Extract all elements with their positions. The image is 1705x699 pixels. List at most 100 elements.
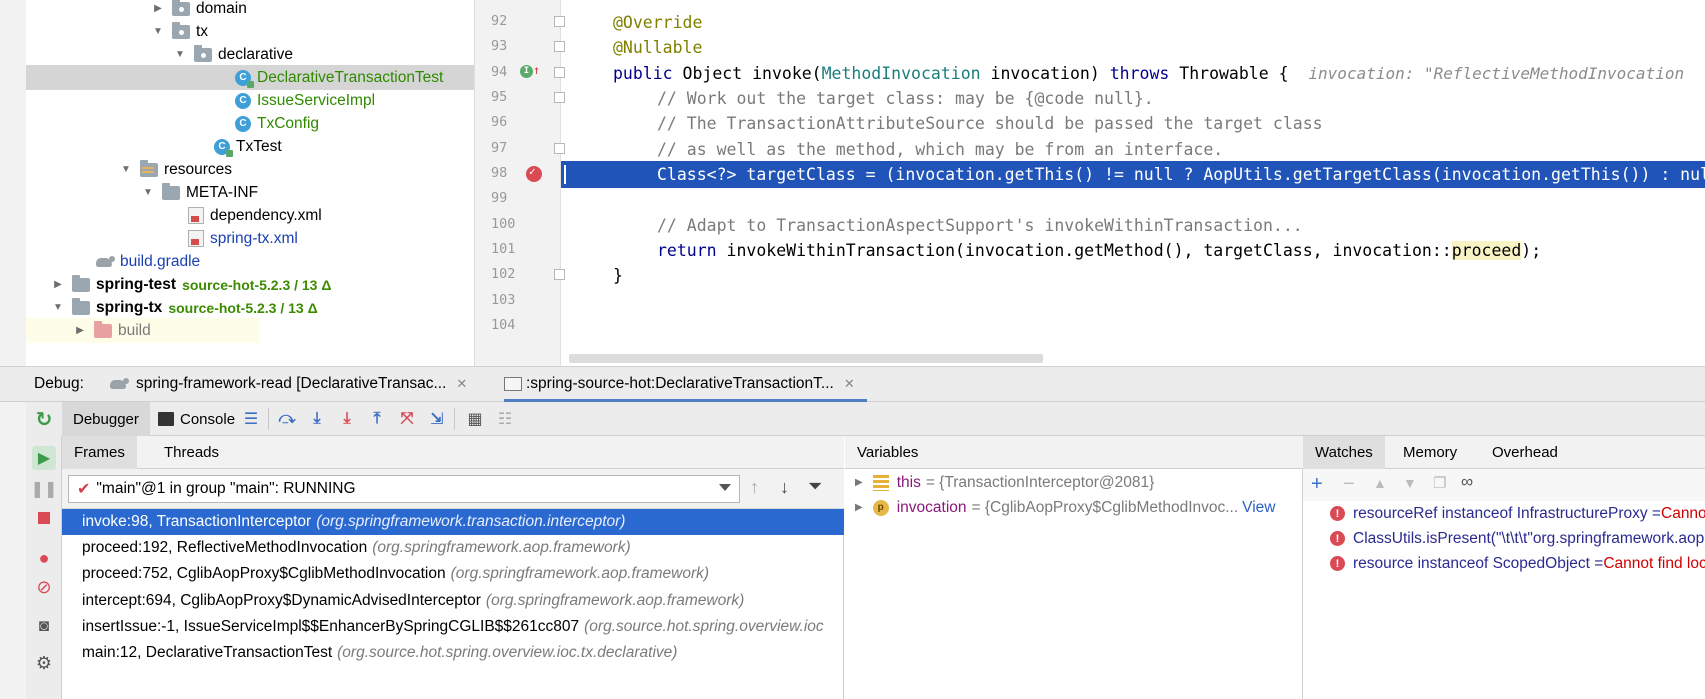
tree-item-issue-service-impl[interactable]: C IssueServiceImpl bbox=[26, 88, 474, 113]
collapse-arrow-icon[interactable]: ▼ bbox=[152, 26, 164, 38]
watch-row[interactable]: ! ClassUtils.isPresent("\t\t\t"org.sprin… bbox=[1303, 526, 1705, 551]
force-step-into-icon[interactable]: ⤓ bbox=[336, 410, 358, 428]
collapse-arrow-icon[interactable]: ▼ bbox=[120, 164, 132, 176]
watch-row[interactable]: ! resourceRef instanceof InfrastructureP… bbox=[1303, 501, 1705, 526]
tree-item-declarative-transaction-test[interactable]: C DeclarativeTransactionTest bbox=[26, 65, 474, 90]
chevron-down-icon[interactable] bbox=[719, 484, 731, 491]
override-arrow-icon[interactable]: ↑ bbox=[533, 63, 540, 77]
expand-arrow-icon[interactable]: ▶ bbox=[52, 279, 64, 291]
gutter-line[interactable]: 94 I ↑ bbox=[475, 59, 565, 86]
move-down-icon[interactable]: ▼ bbox=[1403, 475, 1417, 491]
tree-item-dependency-xml[interactable]: dependency.xml bbox=[26, 203, 474, 228]
frame-row[interactable]: main:12, DeclarativeTransactionTest (org.… bbox=[62, 640, 844, 666]
close-icon[interactable]: ✕ bbox=[456, 376, 467, 392]
gutter-line[interactable]: 92 bbox=[475, 8, 565, 35]
duplicate-icon[interactable]: ❐ bbox=[1433, 474, 1446, 492]
expand-arrow-icon[interactable]: ▶ bbox=[855, 502, 863, 513]
camera-icon[interactable]: ◙ bbox=[32, 614, 56, 638]
step-out-icon[interactable]: ⤒ bbox=[366, 410, 388, 428]
gear-icon[interactable]: ⚙ bbox=[32, 651, 56, 675]
gutter-line[interactable]: 103 bbox=[475, 287, 561, 314]
show-execution-point-icon[interactable]: ☰ bbox=[240, 410, 262, 428]
variable-row[interactable]: ▶ this = {TransactionInterceptor@2081} bbox=[845, 470, 1303, 495]
gutter-line[interactable]: 95 bbox=[475, 84, 565, 111]
tree-item-tx-config[interactable]: C TxConfig bbox=[26, 111, 474, 136]
code-line-98-current[interactable]: Class<?> targetClass = (invocation.getTh… bbox=[561, 161, 1705, 188]
tree-item-spring-test[interactable]: ▶ spring-test source-hot-5.2.3 / 13 Δ bbox=[26, 272, 474, 297]
expand-arrow-icon[interactable]: ▶ bbox=[74, 325, 86, 337]
collapse-arrow-icon[interactable]: ▼ bbox=[142, 187, 154, 199]
tree-item-build[interactable]: ▶ build bbox=[26, 318, 260, 343]
gutter-line[interactable]: 99 bbox=[475, 185, 561, 212]
gutter-line[interactable]: 101 bbox=[475, 236, 561, 263]
horizontal-scrollbar[interactable] bbox=[569, 354, 1043, 363]
implements-method-icon[interactable]: I bbox=[520, 65, 533, 78]
tab-threads[interactable]: Threads bbox=[152, 436, 231, 469]
previous-frame-icon[interactable]: ↑ bbox=[750, 477, 759, 498]
pause-icon[interactable]: ❚❚ bbox=[31, 477, 58, 501]
glasses-icon[interactable]: ∞ bbox=[1461, 472, 1473, 492]
tab-frames[interactable]: Frames bbox=[62, 436, 137, 469]
close-icon[interactable]: ✕ bbox=[844, 376, 855, 392]
debug-session-tab-2[interactable]: :spring-source-hot:DeclarativeTransactio… bbox=[504, 367, 867, 402]
mute-breakpoints-icon[interactable]: ⊘ bbox=[32, 575, 56, 599]
frame-row[interactable]: proceed:192, ReflectiveMethodInvocation(… bbox=[62, 535, 844, 561]
breakpoint-icon[interactable] bbox=[526, 165, 542, 182]
tree-item-tx-test[interactable]: C TxTest bbox=[26, 134, 474, 159]
frame-row[interactable]: insertIssue:-1, IssueServiceImpl$$Enhanc… bbox=[62, 614, 844, 640]
gutter-line[interactable]: 96 bbox=[475, 109, 561, 136]
gutter-line[interactable]: 93 bbox=[475, 33, 565, 60]
tab-console[interactable]: Console bbox=[158, 402, 235, 436]
gutter-line[interactable]: 102 bbox=[475, 261, 565, 288]
gutter-line[interactable]: 104 bbox=[475, 312, 561, 339]
tree-item-meta-inf[interactable]: ▼ META-INF bbox=[26, 180, 474, 205]
frame-row[interactable]: proceed:752, CglibAopProxy$CglibMethodIn… bbox=[62, 561, 844, 587]
tree-item-tx[interactable]: ▼ tx bbox=[26, 19, 474, 44]
collapse-arrow-icon[interactable]: ▼ bbox=[174, 49, 186, 61]
code-line-94[interactable]: public Object invoke(MethodInvocation in… bbox=[561, 60, 1705, 87]
step-into-icon[interactable]: ⤓ bbox=[306, 410, 328, 428]
view-link[interactable]: View bbox=[1242, 499, 1275, 517]
frame-row[interactable]: intercept:694, CglibAopProxy$DynamicAdvi… bbox=[62, 588, 844, 614]
remove-watch-icon[interactable]: − bbox=[1343, 473, 1355, 496]
tree-item-domain[interactable]: ▶ domain bbox=[26, 0, 474, 21]
tree-item-spring-tx-xml[interactable]: spring-tx.xml bbox=[26, 226, 474, 251]
trace-icon[interactable]: ☷ bbox=[494, 410, 516, 428]
step-over-icon[interactable]: ⤼ bbox=[276, 410, 298, 428]
code-line-93[interactable]: @Nullable bbox=[561, 34, 1705, 61]
stop-icon[interactable] bbox=[32, 506, 56, 530]
code-line-100[interactable]: // Adapt to TransactionAspectSupport's i… bbox=[561, 212, 1705, 239]
tree-item-declarative[interactable]: ▼ declarative bbox=[26, 42, 474, 67]
tab-debugger[interactable]: Debugger bbox=[62, 402, 150, 436]
gutter-line[interactable]: 97 bbox=[475, 135, 565, 162]
evaluate-expression-icon[interactable]: ▦ bbox=[464, 410, 486, 428]
tree-item-spring-tx[interactable]: ▼ spring-tx source-hot-5.2.3 / 13 Δ bbox=[26, 295, 474, 320]
next-frame-icon[interactable]: ↓ bbox=[780, 477, 789, 498]
gutter-line[interactable]: 100 bbox=[475, 211, 561, 238]
variable-row[interactable]: ▶ p invocation = {CglibAopProxy$CglibMet… bbox=[845, 495, 1303, 520]
tab-memory[interactable]: Memory bbox=[1391, 436, 1469, 469]
tab-overhead[interactable]: Overhead bbox=[1480, 436, 1570, 469]
code-line-97[interactable]: // as well as the method, which may be f… bbox=[561, 136, 1705, 163]
thread-selector[interactable]: ✔ "main"@1 in group "main": RUNNING bbox=[68, 475, 740, 503]
collapse-arrow-icon[interactable]: ▼ bbox=[52, 302, 64, 314]
code-line-92[interactable]: @Override bbox=[561, 9, 1705, 36]
code-line-102[interactable]: } bbox=[561, 262, 1705, 289]
rerun-icon[interactable]: ↻ bbox=[32, 407, 56, 431]
watch-row[interactable]: ! resource instanceof ScopedObject = Can… bbox=[1303, 551, 1705, 576]
code-line-101[interactable]: return invokeWithinTransaction(invocatio… bbox=[561, 237, 1705, 264]
code-line-95[interactable]: // Work out the target class: may be {@c… bbox=[561, 85, 1705, 112]
expand-arrow-icon[interactable]: ▶ bbox=[152, 3, 164, 15]
tab-watches[interactable]: Watches bbox=[1303, 436, 1385, 469]
move-up-icon[interactable]: ▲ bbox=[1373, 475, 1387, 491]
frame-row[interactable]: invoke:98, TransactionInterceptor (org.sp… bbox=[62, 509, 844, 535]
tree-item-resources[interactable]: ▼ resources bbox=[26, 157, 474, 182]
expand-arrow-icon[interactable]: ▶ bbox=[855, 477, 863, 488]
resume-icon[interactable]: ▶ bbox=[32, 446, 56, 470]
tree-item-build-gradle[interactable]: build.gradle bbox=[26, 249, 474, 274]
drop-frame-icon[interactable]: ⤧ bbox=[396, 410, 418, 428]
add-watch-icon[interactable]: + bbox=[1311, 473, 1323, 496]
code-editor[interactable]: 92 93 94I↑ 95 96 97 98 99 100 101 102 10… bbox=[474, 0, 1705, 366]
run-to-cursor-icon[interactable]: ⇲ bbox=[426, 410, 448, 428]
view-breakpoints-icon[interactable]: ● bbox=[32, 546, 56, 570]
